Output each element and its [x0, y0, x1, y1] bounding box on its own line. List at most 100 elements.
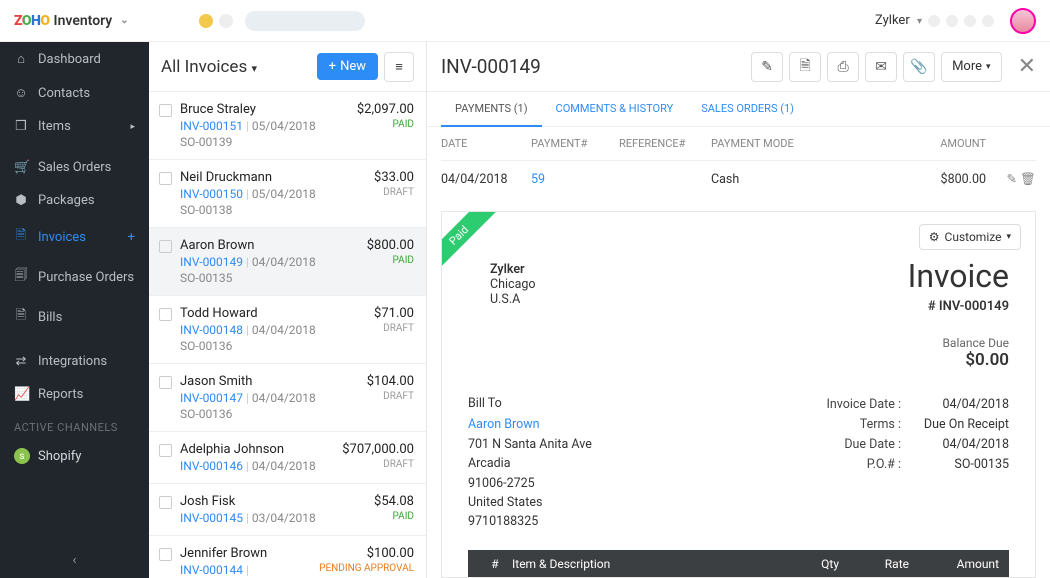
mail-button[interactable]: ✉ [865, 52, 897, 82]
sidebar-item-sales-orders[interactable]: 🛒Sales Orders [0, 151, 149, 184]
app-logo[interactable]: ZOHO Inventory ⌄ [14, 13, 129, 29]
list-menu-button[interactable]: ≡ [384, 52, 414, 82]
row-checkbox[interactable] [159, 104, 172, 117]
invoice-row[interactable]: Bruce StraleyINV-000151 | 05/04/2018SO-0… [149, 92, 426, 160]
pdf-button[interactable]: 🗎 [789, 52, 821, 82]
tab-dots [199, 11, 365, 31]
new-button[interactable]: +New [317, 53, 378, 80]
dot-icon [946, 15, 958, 27]
invoice-link[interactable]: INV-000150 [180, 187, 243, 201]
logo-brand: ZOHO [14, 13, 50, 29]
edit-icon[interactable]: ✎ [1007, 172, 1017, 187]
nav-icon: ☺ [14, 85, 28, 101]
status-badge: PAID [357, 119, 414, 130]
print-button[interactable]: ⎙ [827, 52, 859, 82]
invoice-link[interactable]: INV-000149 [180, 255, 243, 269]
sidebar-item-items[interactable]: ❒Items▸ [0, 110, 149, 143]
row-checkbox[interactable] [159, 240, 172, 253]
sidebar-item-packages[interactable]: ⬢Packages [0, 184, 149, 217]
nav-icon: ⌂ [14, 51, 28, 67]
close-icon[interactable]: ✕ [1018, 54, 1036, 79]
dot-icon [964, 15, 976, 27]
list-title[interactable]: All Invoices ▾ [161, 57, 257, 77]
gear-icon: ⚙ [929, 230, 940, 244]
status-badge: PENDING APPROVAL [319, 563, 414, 574]
row-checkbox[interactable] [159, 496, 172, 509]
payment-row[interactable]: 04/04/2018 59 Cash $800.00 ✎ 🗑 [441, 161, 1036, 197]
invoice-row[interactable]: Josh FiskINV-000145 | 03/04/2018$54.08PA… [149, 484, 426, 536]
nav-icon: 🛒 [14, 160, 28, 175]
detail-title: INV-000149 [441, 55, 541, 78]
tab[interactable]: COMMENTS & HISTORY [542, 92, 688, 126]
invoice-row[interactable]: Adelphia JohnsonINV-000146 | 04/04/2018$… [149, 432, 426, 484]
logo-app: Inventory [54, 13, 113, 29]
topbar: ZOHO Inventory ⌄ Zylker ▾ [0, 0, 1050, 42]
dot-icon [199, 14, 213, 28]
balance-label: Balance Due [468, 336, 1009, 350]
add-icon[interactable]: + [128, 230, 135, 245]
sidebar-item-contacts[interactable]: ☺Contacts [0, 76, 149, 110]
invoice-number: # INV-000149 [468, 299, 1009, 314]
row-checkbox[interactable] [159, 308, 172, 321]
invoice-row[interactable]: Jennifer BrownINV-000144 | 31/03/2018$10… [149, 536, 426, 578]
sidebar-item-integrations[interactable]: ⇄Integrations [0, 345, 149, 378]
row-checkbox[interactable] [159, 376, 172, 389]
status-badge: DRAFT [342, 459, 414, 470]
sidebar-item-dashboard[interactable]: ⌂Dashboard [0, 42, 149, 76]
nav-icon: 📈 [14, 387, 28, 402]
status-badge: DRAFT [367, 391, 414, 402]
payment-link[interactable]: 59 [531, 172, 545, 187]
row-checkbox[interactable] [159, 172, 172, 185]
invoice-row[interactable]: Jason SmithINV-000147 | 04/04/2018SO-001… [149, 364, 426, 432]
more-button[interactable]: More▾ [941, 52, 1001, 82]
customer-link[interactable]: Aaron Brown [468, 415, 826, 434]
invoice-heading: Invoice [468, 257, 1009, 295]
tab[interactable]: SALES ORDERS (1) [687, 92, 808, 126]
shopify-icon: s [14, 448, 30, 464]
dot-icon [928, 15, 940, 27]
sidebar-item-invoices[interactable]: 🗎Invoices+ [0, 217, 149, 257]
delete-icon[interactable]: 🗑 [1020, 172, 1036, 187]
nav-icon: ⇄ [14, 354, 28, 369]
nav-icon: ❒ [14, 119, 28, 134]
sidebar-item-purchase-orders[interactable]: 🗐Purchase Orders [0, 257, 149, 297]
invoice-link[interactable]: INV-000151 [180, 119, 243, 133]
attach-button[interactable]: 📎 [903, 52, 935, 82]
sidebar-channel-shopify[interactable]: s Shopify [0, 440, 149, 472]
invoice-link[interactable]: INV-000148 [180, 323, 243, 337]
invoice-row[interactable]: Aaron BrownINV-000149 | 04/04/2018SO-001… [149, 228, 426, 296]
status-badge: DRAFT [374, 323, 414, 334]
invoice-row[interactable]: Neil DruckmannINV-000150 | 05/04/2018SO-… [149, 160, 426, 228]
dot-icon [219, 14, 233, 28]
payments-header: DATE PAYMENT# REFERENCE# PAYMENT MODE AM… [441, 127, 1036, 161]
invoice-row[interactable]: Todd HowardINV-000148 | 04/04/2018SO-001… [149, 296, 426, 364]
chevron-down-icon: ⌄ [120, 15, 128, 26]
sidebar-item-reports[interactable]: 📈Reports [0, 378, 149, 411]
dot-icon [982, 15, 994, 27]
bill-to: Bill To Aaron Brown 701 N Santa Anita Av… [468, 394, 826, 532]
status-badge: PAID [367, 255, 414, 266]
avatar[interactable] [1010, 8, 1036, 34]
sidebar-collapse[interactable]: ‹ [0, 543, 149, 578]
invoice-link[interactable]: INV-000146 [180, 459, 243, 473]
invoice-link[interactable]: INV-000144 [180, 563, 243, 577]
customize-button[interactable]: ⚙Customize▾ [919, 224, 1021, 250]
tab[interactable]: PAYMENTS (1) [441, 92, 542, 127]
invoice-document: Paid ⚙Customize▾ Zylker Chicago U.S.A In… [441, 211, 1036, 578]
row-checkbox[interactable] [159, 548, 172, 561]
items-header: # Item & Description Qty Rate Amount [468, 550, 1009, 578]
sidebar-item-bills[interactable]: 🗎Bills [0, 297, 149, 337]
invoice-link[interactable]: INV-000147 [180, 391, 243, 405]
invoice-list-pane: All Invoices ▾ +New ≡ Bruce StraleyINV-0… [149, 42, 427, 578]
edit-button[interactable]: ✎ [751, 52, 783, 82]
org-switcher[interactable]: Zylker ▾ [875, 13, 922, 28]
search-placeholder[interactable] [245, 11, 365, 31]
sidebar: ⌂Dashboard☺Contacts❒Items▸🛒Sales Orders⬢… [0, 42, 149, 578]
detail-pane: INV-000149 ✎ 🗎 ⎙ ✉ 📎 More▾ ✕ PAYMENTS (1… [427, 42, 1050, 578]
row-checkbox[interactable] [159, 444, 172, 457]
nav-icon: 🗎 [14, 226, 28, 248]
invoice-link[interactable]: INV-000145 [180, 511, 243, 525]
status-badge: DRAFT [374, 187, 414, 198]
nav-icon: ⬢ [14, 193, 28, 208]
nav-icon: 🗐 [14, 266, 28, 288]
